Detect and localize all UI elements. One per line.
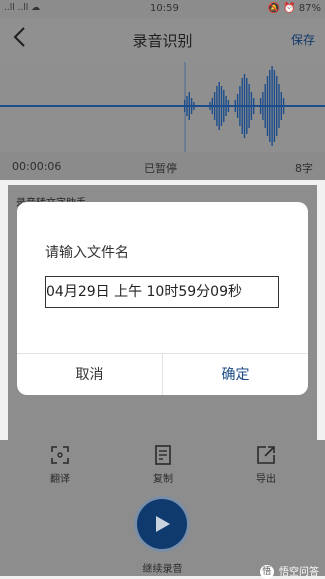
status-right: 🔕 ⏰ 87% (267, 3, 322, 14)
waveform-bar (239, 86, 241, 126)
waveform (0, 59, 325, 155)
bottom-toolbar: 翻译 复制 导出 继续录音 悟 悟空问答 (0, 440, 325, 579)
waveform-bar (250, 92, 253, 120)
translate-label: 翻译 (50, 474, 70, 485)
copy-button[interactable]: 复制 (133, 444, 193, 485)
waveform-bar (248, 84, 250, 128)
recording-info: 00:00:06 已暂停 8字 (0, 152, 325, 180)
waveform-bar (278, 84, 280, 128)
waveform-graphic (0, 59, 325, 155)
waveform-bar (273, 70, 276, 142)
play-icon (156, 516, 170, 532)
status-bar: ..ll ..ll ☁ 10:59 🔕 ⏰ 87% (0, 0, 325, 18)
recording-status: 已暂停 (144, 162, 177, 175)
waveform-bar (193, 102, 195, 110)
waveform-bar (227, 100, 230, 112)
waveform-bar (262, 92, 264, 120)
waveform-bar (234, 100, 236, 112)
save-button[interactable]: 保存 (291, 31, 315, 48)
waveform-bar (220, 86, 223, 126)
wukong-logo-icon: 悟 (259, 565, 274, 579)
filename-dialog: 请输入文件名 04月29日 上午 10时59分09秒 取消 确定 (17, 202, 308, 395)
watermark-text: 悟空问答 (279, 567, 319, 578)
page-title: 录音识别 (132, 32, 193, 50)
waveform-bar (282, 98, 285, 114)
waveform-bar (209, 102, 211, 110)
char-count: 8字 (295, 162, 313, 175)
waveform-bar (190, 98, 193, 114)
waveform-bar (236, 94, 239, 118)
waveform-bar (225, 96, 227, 116)
waveform-bar (253, 98, 255, 114)
translate-icon (51, 446, 69, 464)
waveform-bar (241, 78, 243, 134)
confirm-button[interactable]: 确定 (163, 354, 308, 395)
copy-icon (155, 445, 171, 465)
waveform-bar (213, 92, 216, 120)
waveform-bar (243, 74, 246, 138)
dialog-title: 请输入文件名 (45, 245, 129, 261)
elapsed-time: 00:00:06 (12, 160, 62, 173)
waveform-bar (259, 98, 262, 114)
header: 录音识别 保存 (0, 18, 325, 62)
waveform-bar (271, 66, 273, 146)
waveform-bar (223, 90, 225, 122)
waveform-bar (184, 100, 186, 112)
export-button[interactable]: 导出 (236, 444, 296, 485)
watermark: 悟 悟空问答 (259, 563, 319, 579)
waveform-bar (218, 82, 220, 130)
dialog-buttons: 取消 确定 (17, 353, 308, 395)
export-icon (257, 446, 275, 464)
waveform-bar (269, 70, 271, 142)
copy-label: 复制 (153, 474, 173, 485)
translate-button[interactable]: 翻译 (30, 444, 90, 485)
waveform-bar (276, 76, 278, 136)
waveform-bar (186, 96, 188, 116)
status-time: 10:59 (150, 3, 179, 14)
waveform-bar (246, 78, 248, 134)
filename-input[interactable]: 04月29日 上午 10时59分09秒 (45, 276, 279, 308)
waveform-bar (211, 98, 213, 114)
export-label: 导出 (256, 474, 276, 485)
cancel-button[interactable]: 取消 (17, 354, 163, 395)
signal-icon: ..ll ..ll ☁ (4, 3, 41, 13)
continue-record-button[interactable] (137, 499, 187, 549)
waveform-bar (266, 76, 269, 136)
waveform-bar (264, 84, 266, 128)
waveform-bar (188, 92, 190, 120)
waveform-bar (216, 86, 218, 126)
waveform-bar (280, 92, 282, 120)
